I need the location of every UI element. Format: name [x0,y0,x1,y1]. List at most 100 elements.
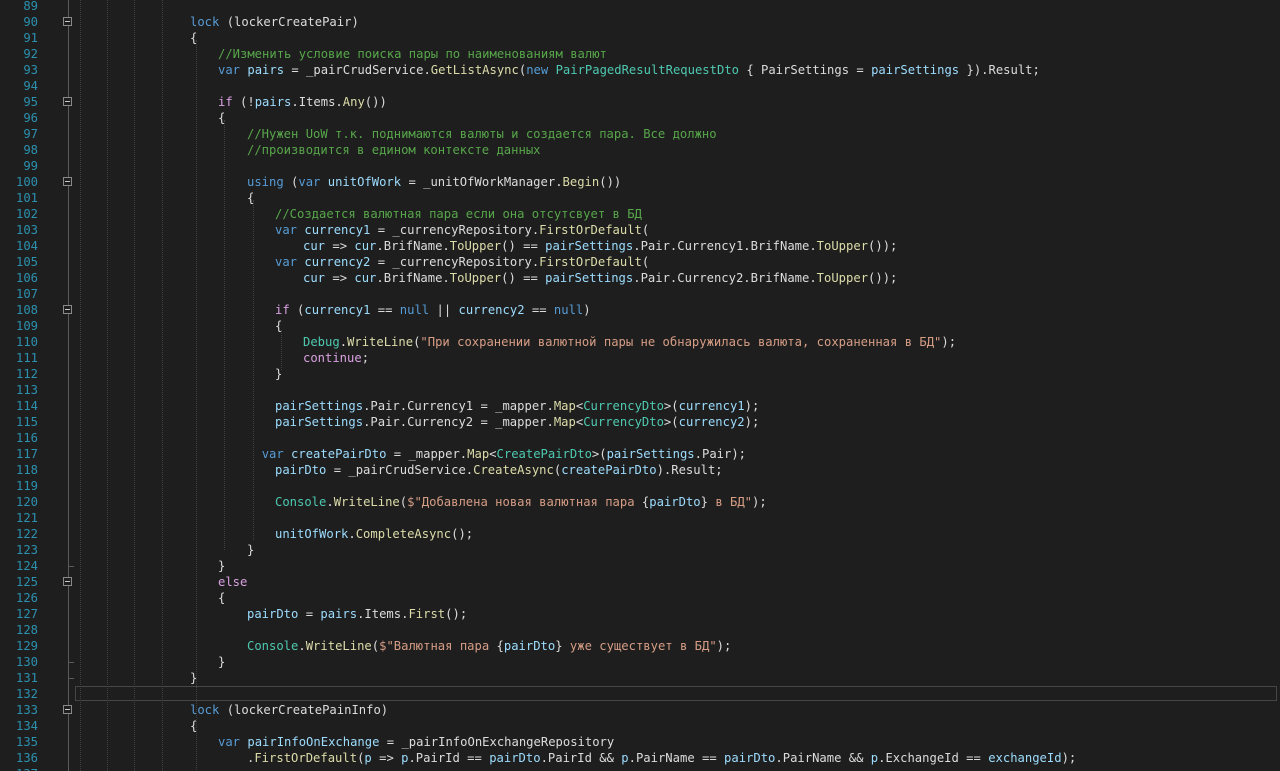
code-line[interactable]: 99 [0,158,1280,174]
code-line[interactable]: 134 { [0,718,1280,734]
code-text: lock (lockerCreatePainInfo) [190,702,388,718]
code-token: WriteLine [305,639,372,653]
code-line[interactable]: 126 { [0,590,1280,606]
code-token: >( [663,415,679,429]
code-token: == [370,303,400,317]
code-token: } [700,495,708,509]
code-line[interactable]: 129 Console.WriteLine($"Валютная пара {pa… [0,638,1280,654]
code-token: < [489,447,497,461]
code-token: >( [663,399,679,413]
code-line[interactable]: 103 var currency1 = _currencyRepository.F… [0,222,1280,238]
code-token: pairDto [503,639,556,653]
code-line[interactable]: 100 using (var unitOfWork = _unitOfWorkMa… [0,174,1280,190]
code-token: ( [399,495,408,509]
code-line[interactable]: 118 pairDto = _pairCrudService.CreateAsyn… [0,462,1280,478]
code-line[interactable]: 93 var pairs = _pairCrudService.GetListAs… [0,62,1280,78]
code-line[interactable]: 94 [0,78,1280,94]
line-number: 113 [15,383,38,397]
code-line[interactable]: 114 pairSettings.Pair.Currency1 = _mapper… [0,398,1280,414]
code-line[interactable]: 117 var createPairDto = _mapper.Map<Crea… [0,446,1280,462]
code-token: currency2 [304,255,371,269]
code-line[interactable]: 106 cur => cur.BrifName.ToUpper() == pair… [0,270,1280,286]
code-token: var [275,255,298,269]
line-number: 115 [15,415,38,429]
code-token: } [190,671,198,685]
code-token: var [218,63,241,77]
code-token: Map [553,415,576,429]
code-text: } [218,558,225,574]
code-line[interactable]: 89 [0,0,1280,14]
code-line[interactable]: 125 else [0,574,1280,590]
code-line[interactable]: 122 unitOfWork.CompleteAsync(); [0,526,1280,542]
code-line[interactable]: 95 if (!pairs.Items.Any()) [0,94,1280,110]
code-line[interactable]: 121 [0,510,1280,526]
code-token: ) [583,303,591,317]
line-number: 116 [15,431,38,445]
code-token: WriteLine [347,335,414,349]
code-line[interactable]: 96 { [0,110,1280,126]
code-line[interactable]: 113 [0,382,1280,398]
code-text: //Нужен UoW т.к. поднимаются валюты и со… [247,126,717,142]
code-text: } [275,366,282,382]
code-line[interactable]: 124} [0,558,1280,574]
line-number: 117 [15,447,38,461]
code-text: pairSettings.Pair.Currency2 = _mapper.Ma… [275,414,759,430]
code-token: = _pairInfoOnExchangeRepository [379,735,615,749]
code-line[interactable]: 105 var currency2 = _currencyRepository.F… [0,254,1280,270]
code-line[interactable]: 90 lock (lockerCreatePair) [0,14,1280,30]
code-line[interactable]: 92 //Изменить условие поиска пары по наим… [0,46,1280,62]
code-token: .Pair); [694,447,747,461]
code-line[interactable]: 102 //Создается валютная пара если она от… [0,206,1280,222]
line-number: 135 [15,735,38,749]
code-line[interactable]: 97 //Нужен UoW т.к. поднимаются валюты и … [0,126,1280,142]
code-token: FirstOrDefault [539,255,642,269]
code-line[interactable]: 108 if (currency1 == null || currency2 ==… [0,302,1280,318]
line-number: 134 [15,719,38,733]
code-token: continue [303,351,362,365]
code-line[interactable]: 132 [0,686,1280,702]
code-line[interactable]: 128 [0,622,1280,638]
code-token: в БД" [707,495,753,509]
code-line[interactable]: 98 //производится в едином контексте данн… [0,142,1280,158]
code-line[interactable]: 119 [0,478,1280,494]
code-line[interactable]: 131} [0,670,1280,686]
code-line[interactable]: 136 .FirstOrDefault(p => p.PairId == pair… [0,750,1280,766]
code-line[interactable]: 110 Debug.WriteLine("При сохранении валют… [0,334,1280,350]
code-line[interactable]: 115 pairSettings.Pair.Currency2 = _mapper… [0,414,1280,430]
code-token: CreatePairDto [496,447,592,461]
code-line[interactable]: 120 Console.WriteLine($"Добавлена новая в… [0,494,1280,510]
code-token: ; [361,351,370,365]
code-editor[interactable]: 89 90 lock (lockerCreatePair) 91{92//Измени… [0,0,1280,771]
code-line[interactable]: 137 [0,766,1280,771]
code-line[interactable]: 133 lock (lockerCreatePainInfo) [0,702,1280,718]
code-line[interactable]: 116 [0,430,1280,446]
code-line[interactable]: 104 cur => cur.BrifName.ToUpper() == pair… [0,238,1280,254]
code-text: var createPairDto = _mapper.Map<CreatePa… [247,446,746,462]
code-line[interactable]: 91 { [0,30,1280,46]
code-line[interactable]: 135 var pairInfoOnExchange = _pairInfoOnE… [0,734,1280,750]
line-number: 132 [15,687,38,701]
code-line[interactable]: 127 pairDto = pairs.Items.First(); [0,606,1280,622]
line-number: 128 [15,623,38,637]
code-token: createPairDto [291,447,387,461]
code-token: = _unitOfWorkManager. [401,175,563,189]
line-number: 112 [15,367,38,381]
code-token: lock [190,703,220,717]
line-number: 93 [23,63,38,77]
code-line[interactable]: 123} [0,542,1280,558]
code-token: => [325,271,355,285]
line-number: 120 [15,495,38,509]
code-line[interactable]: 112} [0,366,1280,382]
code-text: continue; [303,350,369,366]
code-text: pairDto = pairs.Items.First(); [247,606,467,622]
code-line[interactable]: 130} [0,654,1280,670]
line-number: 94 [23,79,38,93]
code-token: ( [641,255,650,269]
line-number: 102 [15,207,38,221]
code-line[interactable]: 101 { [0,190,1280,206]
code-line[interactable]: 109 { [0,318,1280,334]
line-number: 90 [23,15,38,29]
code-line[interactable]: 111 continue; [0,350,1280,366]
code-line[interactable]: 107 [0,286,1280,302]
